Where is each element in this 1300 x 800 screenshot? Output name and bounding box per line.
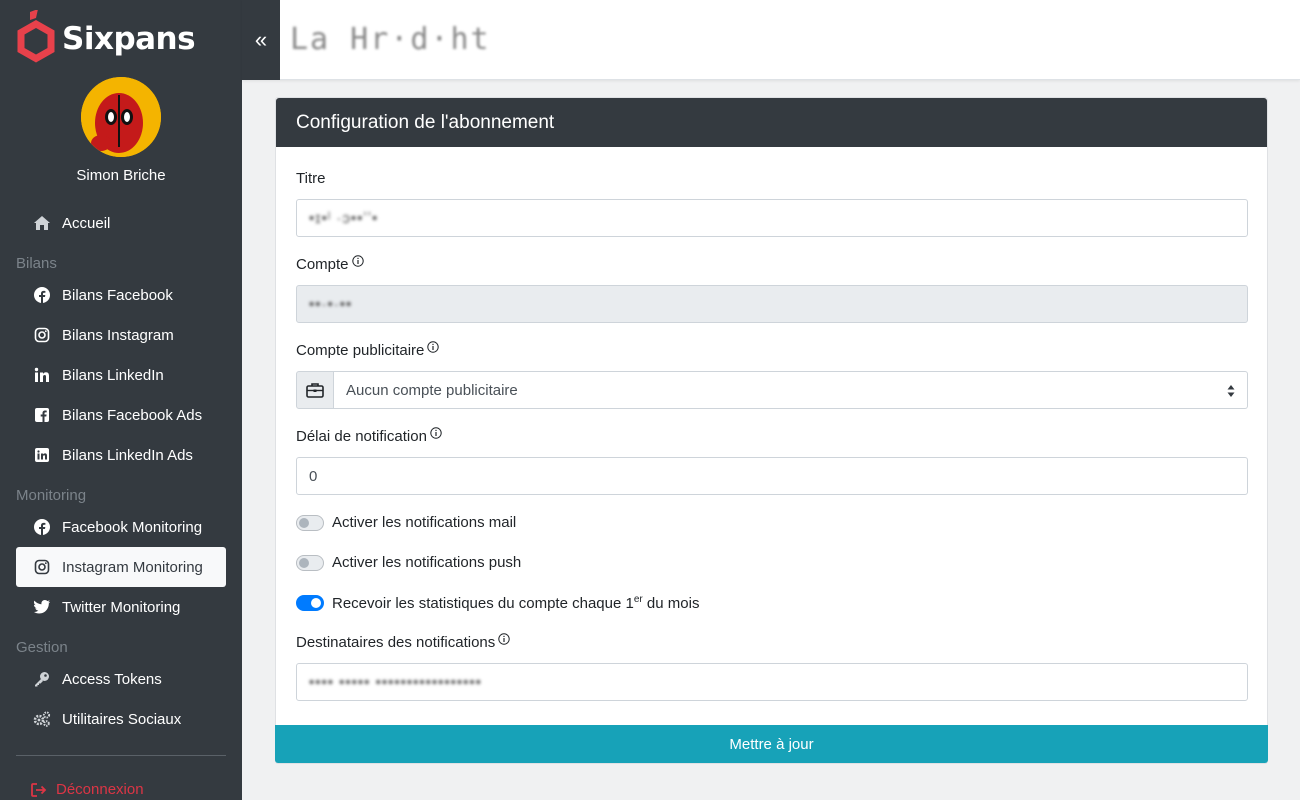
instagram-icon <box>33 326 51 344</box>
sidebar-item-twitter-monitoring[interactable]: Twitter Monitoring <box>16 587 226 627</box>
destinataires-label-text: Destinataires des notifications <box>296 634 496 651</box>
info-icon[interactable] <box>351 255 364 267</box>
sidebar-item-facebook-monitoring[interactable]: Facebook Monitoring <box>16 507 226 547</box>
delai-notification-value: 0 <box>309 467 318 485</box>
facebook-icon <box>33 518 51 536</box>
sidebar-item-bilans-instagram[interactable]: Bilans Instagram <box>16 315 226 355</box>
logout-label: Déconnexion <box>56 781 144 798</box>
key-icon <box>33 670 51 688</box>
switch-label-prefix: Recevoir les statistiques du compte chaq… <box>332 595 634 612</box>
sidebar: Sixpans Simon Briche Accueil Bilans Bila… <box>0 0 242 800</box>
sidebar-item-label: Instagram Monitoring <box>62 558 203 576</box>
compte-input: ••·•·•• <box>296 285 1248 323</box>
double-chevron-left-icon: « <box>254 27 268 52</box>
sidebar-item-access-tokens[interactable]: Access Tokens <box>16 659 226 699</box>
instagram-icon <box>33 558 51 576</box>
compte-publicitaire-select[interactable]: Aucun compte publicitaire <box>334 371 1248 409</box>
sidebar-item-label: Access Tokens <box>62 670 162 688</box>
sidebar-item-label: Bilans Instagram <box>62 326 174 344</box>
page-title: La Hr·d·ht <box>290 22 491 57</box>
compte-publicitaire-label: Compte publicitaire <box>296 341 440 359</box>
switch-notifications-mail[interactable]: Activer les notifications mail <box>296 514 516 531</box>
section-monitoring: Monitoring <box>16 487 87 504</box>
sidebar-item-bilans-linkedin[interactable]: Bilans LinkedIn <box>16 355 226 395</box>
switch-notifications-push[interactable]: Activer les notifications push <box>296 554 521 571</box>
sidebar-item-bilans-facebook-ads[interactable]: Bilans Facebook Ads <box>16 395 226 435</box>
brand-name: Sixpans <box>62 21 196 57</box>
sidebar-item-bilans-facebook[interactable]: Bilans Facebook <box>16 275 226 315</box>
compte-value: ••·•·•• <box>309 295 353 313</box>
compte-publicitaire-group: Aucun compte publicitaire <box>296 371 1248 409</box>
info-icon[interactable] <box>430 427 442 439</box>
subscription-config-card: Configuration de l'abonnement Titre •ɪ•ˡ… <box>275 97 1268 764</box>
briefcase-icon <box>296 371 334 409</box>
info-icon[interactable] <box>427 341 440 353</box>
compte-label: Compte <box>296 255 364 273</box>
cogs-icon <box>33 710 51 728</box>
facebook-square-icon <box>33 406 51 424</box>
compte-publicitaire-value: Aucun compte publicitaire <box>346 381 518 399</box>
sidebar-item-label: Twitter Monitoring <box>62 598 181 616</box>
sixpans-logo-icon <box>16 9 56 68</box>
toggle-switch[interactable] <box>296 595 324 611</box>
titre-label: Titre <box>296 170 326 187</box>
update-button[interactable]: Mettre à jour <box>275 725 1268 763</box>
toggle-switch[interactable] <box>296 554 324 571</box>
sidebar-divider <box>16 755 226 756</box>
sidebar-item-utilitaires-sociaux[interactable]: Utilitaires Sociaux <box>16 699 226 739</box>
sidebar-item-label: Bilans LinkedIn Ads <box>62 446 193 464</box>
info-icon[interactable] <box>498 633 510 645</box>
sidebar-item-label: Bilans LinkedIn <box>62 366 164 384</box>
destinataires-input[interactable]: •••• ••••• ••••••••••••••••• <box>296 663 1248 701</box>
switch-label: Activer les notifications mail <box>332 514 517 531</box>
facebook-icon <box>33 286 51 304</box>
brand-logo[interactable]: Sixpans <box>16 9 216 68</box>
delai-notification-label-text: Délai de notification <box>296 428 427 445</box>
compte-label-text: Compte <box>296 256 349 273</box>
section-bilans: Bilans <box>16 255 57 272</box>
topbar: « La Hr·d·ht <box>242 0 1300 80</box>
sidebar-toggle-button[interactable]: « <box>242 0 280 80</box>
sidebar-item-label: Bilans Facebook <box>62 286 173 304</box>
home-icon <box>33 214 51 232</box>
linkedin-icon <box>33 366 51 384</box>
section-gestion: Gestion <box>16 639 68 656</box>
user-name: Simon Briche <box>76 167 166 184</box>
delai-notification-input[interactable]: 0 <box>296 457 1248 495</box>
sign-out-icon <box>31 782 47 797</box>
select-arrows-icon <box>1227 385 1235 397</box>
linkedin-square-icon <box>33 446 51 464</box>
sidebar-item-accueil[interactable]: Accueil <box>16 203 226 243</box>
destinataires-label: Destinataires des notifications <box>296 633 510 651</box>
titre-value: •ɪ•ˡ ·ɔ••ʼʼ• <box>309 209 379 227</box>
sidebar-item-label: Utilitaires Sociaux <box>62 710 182 728</box>
switch-label: Recevoir les statistiques du compte chaq… <box>332 594 699 612</box>
destinataires-value: •••• ••••• ••••••••••••••••• <box>309 673 482 691</box>
toggle-switch[interactable] <box>296 514 324 531</box>
switch-statistiques-mensuelles[interactable]: Recevoir les statistiques du compte chaq… <box>296 594 699 612</box>
logout-link[interactable]: Déconnexion <box>31 781 144 798</box>
switch-label-sup: er <box>633 594 643 605</box>
twitter-icon <box>33 598 51 616</box>
avatar[interactable] <box>81 77 161 157</box>
switch-label: Activer les notifications push <box>332 554 522 571</box>
sidebar-item-bilans-linkedin-ads[interactable]: Bilans LinkedIn Ads <box>16 435 226 475</box>
sidebar-item-label: Facebook Monitoring <box>62 518 203 536</box>
sidebar-item-instagram-monitoring[interactable]: Instagram Monitoring <box>16 547 226 587</box>
card-header: Configuration de l'abonnement <box>276 98 1267 147</box>
titre-input[interactable]: •ɪ•ˡ ·ɔ••ʼʼ• <box>296 199 1248 237</box>
delai-notification-label: Délai de notification <box>296 427 442 445</box>
sidebar-item-label: Accueil <box>62 214 111 232</box>
sidebar-item-label: Bilans Facebook Ads <box>62 406 203 424</box>
switch-label-suffix: du mois <box>642 595 700 612</box>
compte-publicitaire-label-text: Compte publicitaire <box>296 342 425 359</box>
